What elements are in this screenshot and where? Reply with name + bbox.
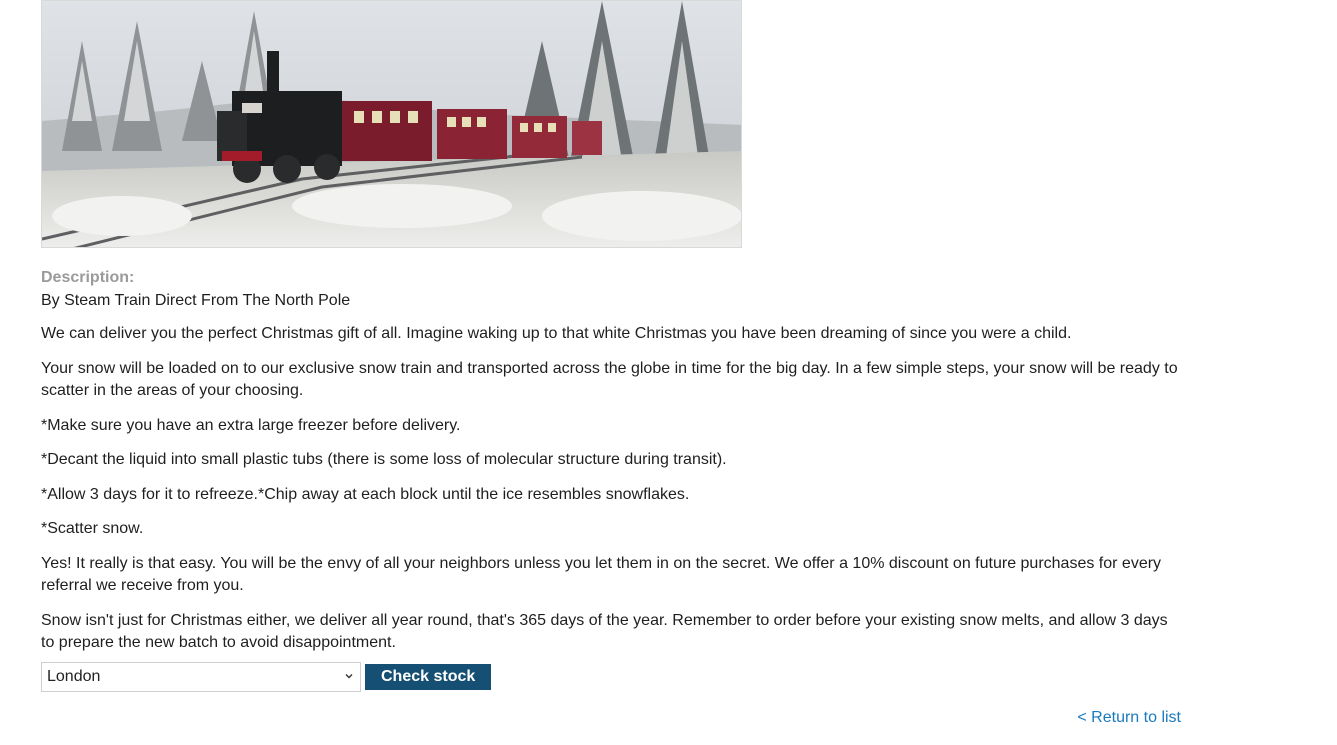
description-paragraph: Your snow will be loaded on to our exclu… xyxy=(41,359,1178,400)
description-paragraph: *Decant the liquid into small plastic tu… xyxy=(41,451,727,468)
description-section: Description: By Steam Train Direct From … xyxy=(41,268,1181,655)
steam-train-illustration xyxy=(42,1,741,247)
description-paragraph: We can deliver you the perfect Christmas… xyxy=(41,325,1072,342)
product-subtitle: By Steam Train Direct From The North Pol… xyxy=(41,292,351,309)
check-stock-button[interactable]: Check stock xyxy=(365,664,492,690)
description-paragraph: *Allow 3 days for it to refreeze.*Chip a… xyxy=(41,485,690,503)
description-paragraph: Snow isn't just for Christmas either, we… xyxy=(41,611,1168,652)
description-heading: Description: xyxy=(41,269,135,286)
city-select-value: London xyxy=(47,668,101,685)
stock-check-form: London Check stock xyxy=(41,662,492,692)
description-paragraph: *Make sure you have an extra large freez… xyxy=(41,416,461,434)
description-paragraph: Yes! It really is that easy. You will be… xyxy=(41,554,1162,595)
city-select[interactable]: London xyxy=(41,662,361,692)
description-paragraph: *Scatter snow. xyxy=(41,520,144,537)
product-image xyxy=(41,0,742,248)
chevron-down-icon xyxy=(345,674,353,679)
return-to-list-link[interactable]: < Return to list xyxy=(1077,708,1181,728)
